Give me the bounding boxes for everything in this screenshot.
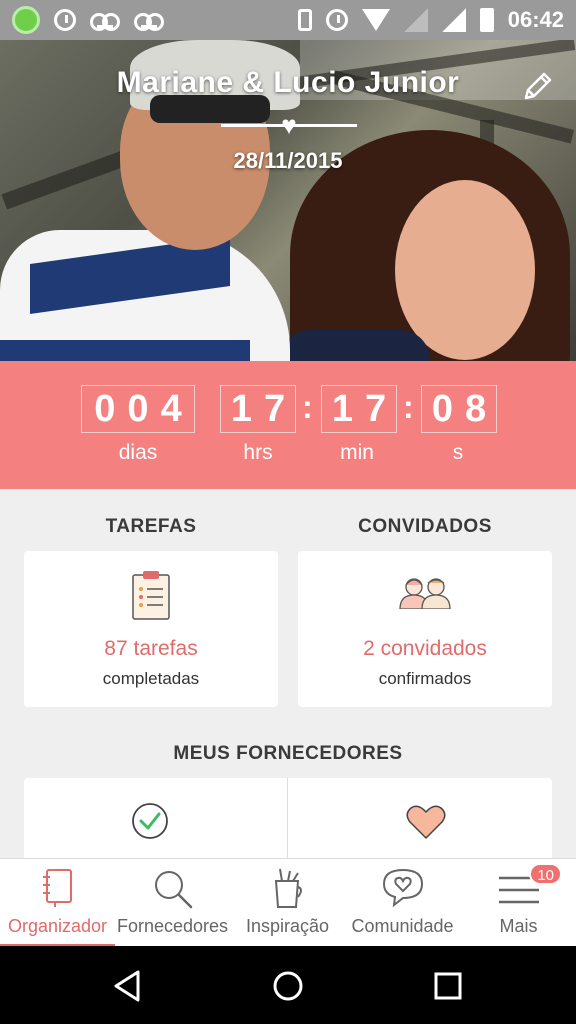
couple-names: Mariane & Lucio Junior (116, 66, 460, 99)
tasks-title: TAREFAS (105, 516, 197, 537)
chat-heart-icon (382, 868, 423, 907)
minutes-value: 17 (321, 385, 397, 433)
tasks-count: 87 tarefas (104, 637, 198, 660)
nav-label: Fornecedores (116, 916, 229, 936)
hours-value: 17 (220, 385, 296, 433)
nav-fornecedores[interactable]: Fornecedores (115, 859, 230, 947)
seconds-counter: 08 (421, 385, 497, 433)
guests-status: confirmados (378, 669, 472, 688)
bottom-navigation: Organizador Fornecedores Inspiração Comu… (0, 858, 576, 947)
nav-inspiracao[interactable]: Inspiração (230, 859, 345, 947)
guests-title: CONVIDADOS (358, 516, 492, 537)
hired-vendors-tile[interactable] (24, 778, 287, 868)
nav-label: Comunidade (351, 916, 454, 936)
guests-icon (398, 575, 452, 614)
system-navigation-bar (0, 946, 576, 1024)
alarm-icon (54, 9, 76, 31)
voicemail-icon (134, 13, 164, 31)
nav-label: Inspiração (245, 916, 330, 936)
seconds-value: 08 (421, 385, 497, 433)
notebook-icon (42, 869, 72, 907)
recents-icon[interactable] (428, 968, 468, 1004)
voicemail-icon (90, 13, 120, 31)
home-icon[interactable] (268, 968, 308, 1004)
search-icon (154, 871, 192, 909)
status-bar: 06:42 (0, 0, 576, 40)
edit-button[interactable] (522, 70, 554, 102)
back-icon[interactable] (108, 968, 148, 1004)
wifi-icon (361, 9, 390, 31)
days-counter: 004 (81, 385, 195, 433)
tasks-status: completadas (102, 669, 200, 688)
vendors-title: MEUS FORNECEDORES (173, 743, 403, 764)
clipboard-icon (131, 569, 171, 626)
check-circle-icon (132, 803, 168, 839)
tasks-card[interactable]: 87 tarefas completadas (24, 551, 278, 707)
nav-comunidade[interactable]: Comunidade (345, 859, 460, 947)
notification-badge: 10 (529, 863, 562, 885)
days-value: 004 (81, 385, 195, 433)
nav-label: Organizador (7, 916, 108, 936)
clock: 06:42 (507, 7, 564, 32)
nav-mais[interactable]: 10 Mais (461, 859, 576, 947)
signal-icon (441, 8, 466, 32)
app-notification-icon (12, 6, 40, 34)
vendors-card (24, 778, 552, 868)
favorite-vendors-tile[interactable] (288, 778, 552, 868)
hours-counter: 17 (220, 385, 296, 433)
guests-card[interactable]: 2 convidados confirmados (298, 551, 552, 707)
countdown: 004 17 : 17 : 08 dias hrs min s (0, 361, 576, 489)
colon: : (302, 389, 313, 425)
cup-icon (274, 868, 302, 908)
signal-empty-icon (403, 8, 428, 32)
minutes-counter: 17 (321, 385, 397, 433)
alarm-icon (325, 9, 348, 31)
wedding-date: 28/11/2015 (233, 148, 343, 173)
seconds-label: s (452, 441, 464, 464)
heart-icon: ♥ (281, 110, 297, 140)
guests-count: 2 convidados (363, 637, 487, 660)
nav-organizador[interactable]: Organizador (0, 859, 115, 947)
days-label: dias (118, 441, 158, 464)
battery-icon (479, 8, 494, 32)
heart-icon (406, 805, 446, 839)
pencil-icon (524, 72, 552, 100)
nav-label: Mais (499, 916, 538, 936)
vibrate-icon (297, 9, 312, 31)
colon: : (403, 389, 414, 425)
